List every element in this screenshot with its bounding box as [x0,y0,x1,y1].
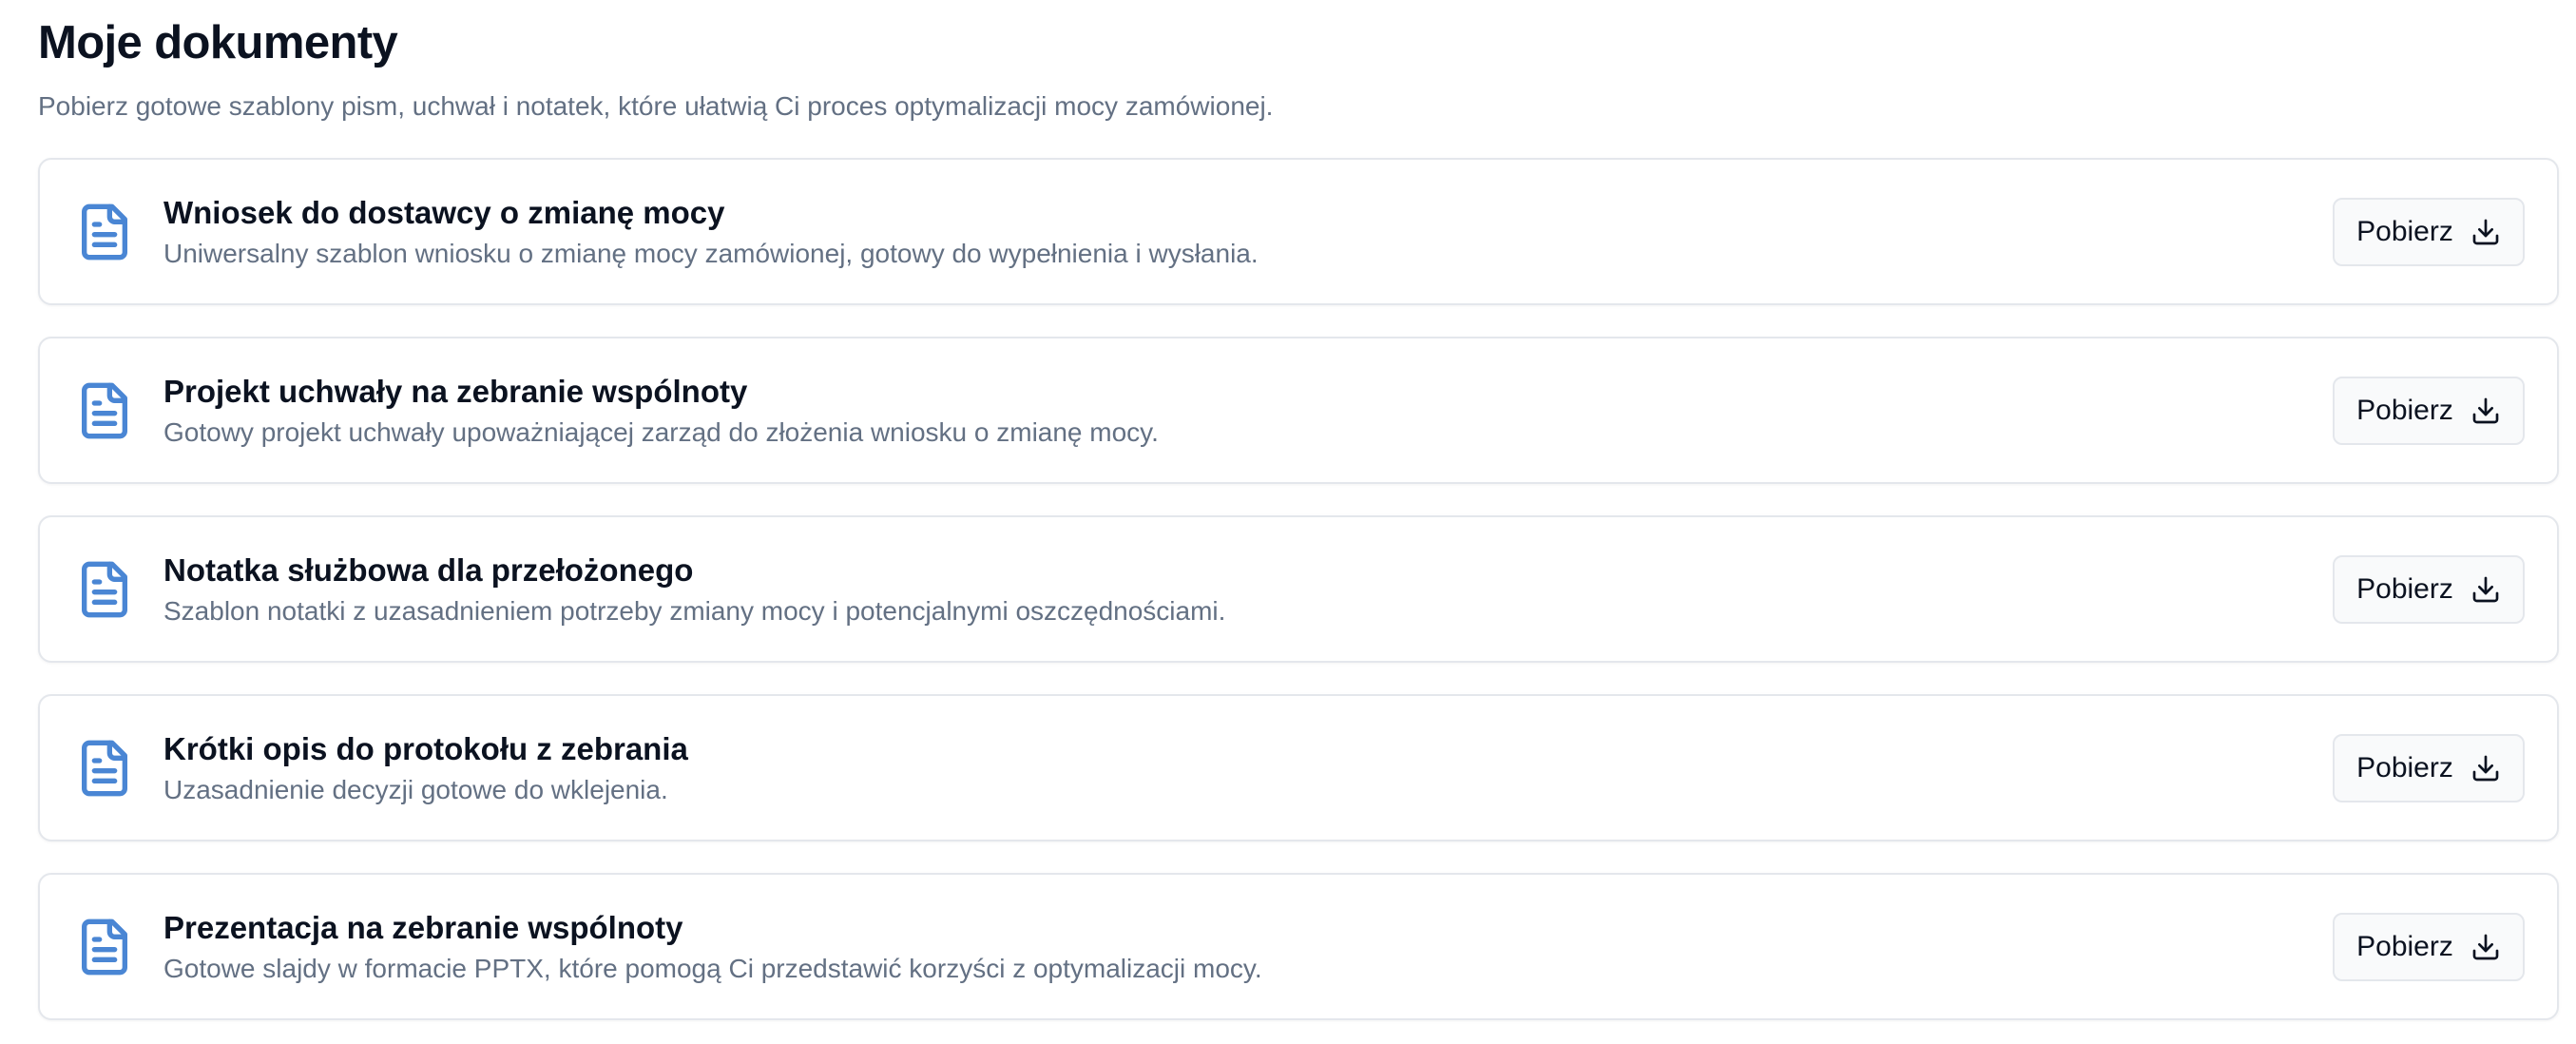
document-text: Projekt uchwały na zebranie wspólnoty Go… [163,372,2333,450]
download-button[interactable]: Pobierz [2333,554,2525,624]
document-description: Szablon notatki z uzasadnieniem potrzeby… [163,595,1226,626]
download-icon [2470,217,2501,247]
download-button[interactable]: Pobierz [2333,912,2525,981]
document-description: Gotowe slajdy w formacie PPTX, które pom… [163,953,1262,983]
download-button-label: Pobierz [2356,572,2453,605]
document-title: Prezentacja na zebranie wspólnoty [163,909,683,945]
document-description: Uniwersalny szablon wniosku o zmianę moc… [163,238,1259,268]
file-text-icon [74,202,135,262]
document-text: Prezentacja na zebranie wspólnoty Gotowe… [163,908,2333,986]
document-title: Notatka służbowa dla przełożonego [163,551,694,588]
document-card-service-note: Notatka służbowa dla przełożonego Szablo… [38,515,2559,663]
document-title: Krótki opis do protokołu z zebrania [163,730,688,766]
document-text: Notatka służbowa dla przełożonego Szablo… [163,551,2333,628]
file-text-icon [74,917,135,977]
download-button-label: Pobierz [2356,751,2453,783]
download-icon [2470,574,2501,605]
page-subtitle: Pobierz gotowe szablony pism, uchwał i n… [38,91,1274,121]
download-button-label: Pobierz [2356,394,2453,426]
download-button[interactable]: Pobierz [2333,197,2525,266]
download-icon [2470,753,2501,783]
download-icon [2470,932,2501,962]
document-description: Uzasadnienie decyzji gotowe do wklejenia… [163,774,668,804]
download-button-label: Pobierz [2356,215,2453,247]
download-icon [2470,396,2501,426]
download-button[interactable]: Pobierz [2333,733,2525,802]
file-text-icon [74,559,135,620]
document-title: Wniosek do dostawcy o zmianę mocy [163,194,725,230]
page-title: Moje dokumenty [38,17,398,68]
document-card-request-to-supplier: Wniosek do dostawcy o zmianę mocy Uniwer… [38,158,2559,305]
download-button[interactable]: Pobierz [2333,376,2525,445]
document-card-resolution-draft: Projekt uchwały na zebranie wspólnoty Go… [38,337,2559,484]
download-button-label: Pobierz [2356,930,2453,962]
document-text: Wniosek do dostawcy o zmianę mocy Uniwer… [163,193,2333,271]
document-card-protocol-description: Krótki opis do protokołu z zebrania Uzas… [38,694,2559,841]
document-description: Gotowy projekt uchwały upoważniającej za… [163,416,1159,447]
document-text: Krótki opis do protokołu z zebrania Uzas… [163,729,2333,807]
document-title: Projekt uchwały na zebranie wspólnoty [163,373,748,409]
document-list: Wniosek do dostawcy o zmianę mocy Uniwer… [38,158,2572,1020]
file-text-icon [74,738,135,799]
document-card-presentation: Prezentacja na zebranie wspólnoty Gotowe… [38,873,2559,1020]
documents-page: Moje dokumenty Pobierz gotowe szablony p… [0,0,2576,1044]
file-text-icon [74,380,135,441]
